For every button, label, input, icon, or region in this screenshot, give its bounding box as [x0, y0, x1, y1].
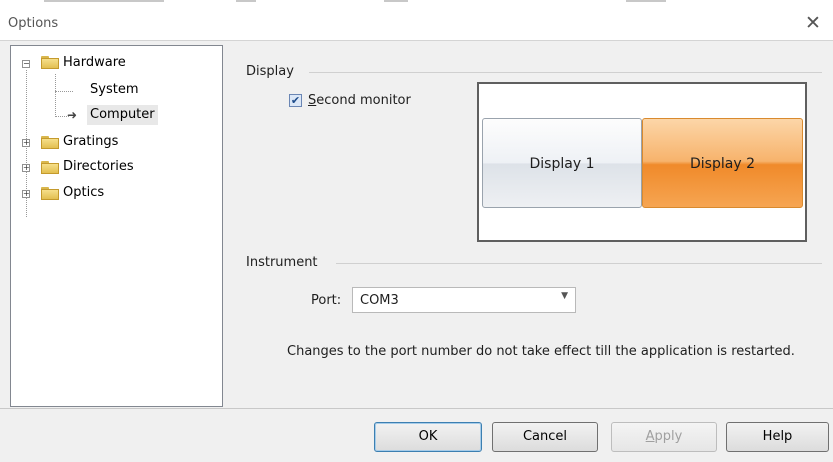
expand-icon[interactable]: +	[22, 164, 30, 172]
port-change-note: Changes to the port number do not take e…	[287, 344, 795, 359]
tree-item-label: Hardware	[63, 55, 126, 70]
window-title: Options	[8, 16, 59, 31]
cancel-button[interactable]: Cancel	[492, 422, 598, 452]
arrow-right-icon: ➜	[67, 108, 78, 122]
tree-item-label: System	[90, 82, 139, 97]
ok-button[interactable]: OK	[374, 422, 482, 452]
second-monitor-label[interactable]: Second monitor	[308, 93, 411, 108]
options-tree[interactable]: − Hardware System ➜ Computer + Gratings …	[10, 45, 223, 407]
port-select-value: COM3	[360, 293, 399, 308]
port-label: Port:	[311, 293, 342, 308]
display-group-label: Display	[246, 64, 294, 79]
monitor-preview: Display 1 Display 2	[477, 82, 807, 242]
chevron-down-icon[interactable]: ▼	[561, 291, 568, 301]
folder-icon	[41, 187, 59, 200]
apply-label-rest: pply	[654, 429, 683, 444]
expand-icon[interactable]: +	[22, 190, 30, 198]
tree-item-label: Gratings	[63, 134, 119, 149]
tree-item-directories[interactable]: + Directories	[11, 157, 211, 177]
display-1-tile[interactable]: Display 1	[482, 118, 642, 208]
apply-mnemonic: A	[645, 429, 655, 444]
folder-icon	[41, 161, 59, 174]
second-monitor-checkbox[interactable]: ✔	[289, 94, 302, 107]
tree-item-label: Optics	[63, 185, 105, 200]
tree-item-hardware[interactable]: − Hardware	[11, 53, 211, 73]
display-group-divider	[309, 72, 822, 73]
tree-item-label: Directories	[63, 159, 134, 174]
display-2-tile[interactable]: Display 2	[642, 118, 803, 208]
tree-item-system[interactable]: System	[11, 80, 211, 100]
help-button[interactable]: Help	[726, 422, 829, 452]
close-icon[interactable]: ✕	[803, 13, 823, 33]
tree-item-computer[interactable]: ➜ Computer	[11, 105, 211, 125]
title-bar[interactable]: Options ✕	[0, 6, 833, 40]
folder-icon	[41, 136, 59, 149]
tree-item-optics[interactable]: + Optics	[11, 183, 211, 203]
instrument-group-label: Instrument	[246, 255, 318, 270]
folder-open-icon	[41, 56, 59, 69]
port-select[interactable]: COM3 ▼	[352, 287, 576, 313]
tree-item-label: Computer	[87, 105, 158, 125]
tree-item-gratings[interactable]: + Gratings	[11, 132, 211, 152]
instrument-group-divider	[336, 263, 822, 264]
apply-button[interactable]: Apply	[611, 422, 717, 452]
second-monitor-label-rest: econd monitor	[316, 93, 411, 108]
expand-icon[interactable]: +	[22, 139, 30, 147]
collapse-icon[interactable]: −	[22, 60, 30, 68]
